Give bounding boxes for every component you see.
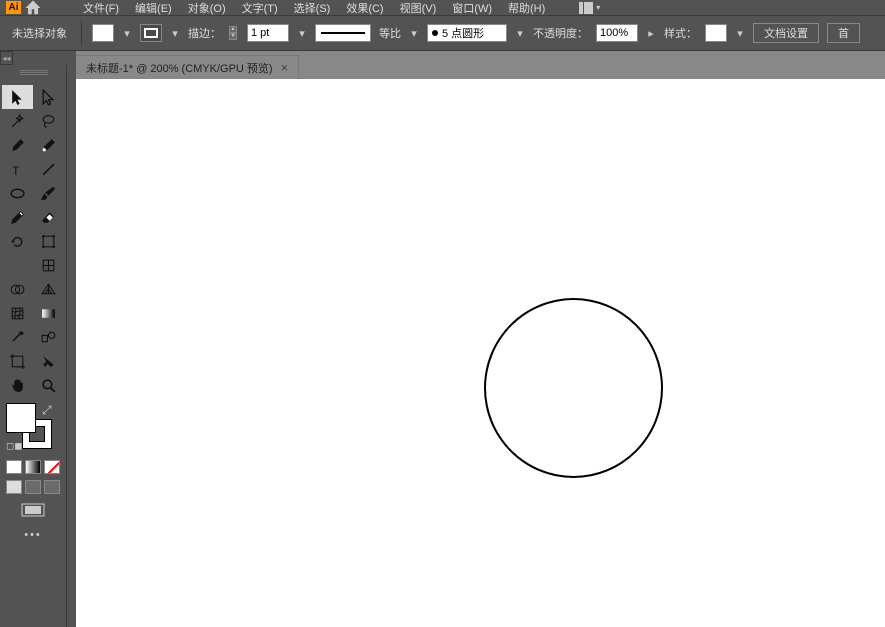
brush-dropdown[interactable]: ▾ [515,25,525,41]
document-title: 未标题-1* @ 200% (CMYK/GPU 预览) [86,60,273,76]
selection-tool[interactable] [2,85,33,109]
document-tabs: 未标题-1* @ 200% (CMYK/GPU 预览) × [76,51,885,79]
eraser-tool[interactable] [33,205,64,229]
fill-swatch[interactable] [92,24,114,42]
puppet-warp-tool[interactable] [33,253,64,277]
color-mode-none[interactable] [44,460,60,474]
fill-dropdown[interactable]: ▾ [122,25,132,41]
opacity-field[interactable]: 100% [596,24,638,42]
menu-select[interactable]: 选择(S) [286,0,339,17]
pencil-tool[interactable] [2,205,33,229]
menu-file[interactable]: 文件(F) [75,0,127,17]
svg-text:T: T [12,164,19,177]
document-tab[interactable]: 未标题-1* @ 200% (CMYK/GPU 预览) × [76,55,299,79]
options-bar: 未选择对象 ▾ ▾ 描边： ▴▾ 1 pt▾ 等比▾ 5 点圆形▾ 不透明度： … [0,15,885,51]
stroke-label: 描边： [188,25,221,41]
swap-colors-icon[interactable]: ⤢ [42,403,52,418]
close-tab-icon[interactable]: × [281,60,289,75]
menu-object[interactable]: 对象(O) [180,0,234,17]
draw-inside[interactable] [44,480,60,494]
stroke-swatch[interactable] [140,24,162,42]
draw-behind[interactable] [25,480,41,494]
doc-setup-button[interactable]: 文档设置 [753,23,819,43]
style-label: 样式： [664,25,697,41]
prefs-button[interactable]: 首 [827,23,860,43]
style-dropdown[interactable]: ▾ [735,25,745,41]
shape-builder-tool[interactable] [2,277,33,301]
stroke-spinner[interactable]: ▴▾ [229,24,237,42]
opacity-dropdown[interactable]: ▸ [646,25,656,41]
screen-mode-icon[interactable] [21,503,45,517]
menu-type[interactable]: 文字(T) [234,0,286,17]
workspace-switcher[interactable]: ▾ [575,2,604,14]
color-mode-row [0,457,66,477]
type-tool[interactable]: T [2,157,33,181]
draw-normal[interactable] [6,480,22,494]
menu-view[interactable]: 视图(V) [392,0,445,17]
brush-field[interactable]: 5 点圆形 [427,24,507,42]
ellipse-shape[interactable] [484,298,663,478]
lasso-tool[interactable] [33,109,64,133]
fill-color[interactable] [6,403,36,433]
stroke-weight-dropdown[interactable]: ▾ [297,25,307,41]
paintbrush-tool[interactable] [33,181,64,205]
profile-dropdown[interactable]: ▾ [409,25,419,41]
gradient-tool[interactable] [33,301,64,325]
default-colors-icon[interactable]: ◻◼ [6,441,23,452]
color-mode-solid[interactable] [6,460,22,474]
profile-field[interactable] [315,24,371,42]
app-icon: Ai [6,1,21,14]
menubar: Ai 文件(F) 编辑(E) 对象(O) 文字(T) 选择(S) 效果(C) 视… [0,0,885,15]
ellipse-tool[interactable] [2,181,33,205]
eyedropper-tool[interactable] [2,325,33,349]
home-icon[interactable] [23,1,43,14]
menu-window[interactable]: 窗口(W) [444,0,500,17]
style-field[interactable] [705,24,727,42]
curvature-tool[interactable] [33,133,64,157]
canvas[interactable] [76,79,885,627]
tools-panel: T ⤢ ◻◼ ••• [0,65,67,627]
menu-edit[interactable]: 编辑(E) [127,0,180,17]
profile-label: 等比 [379,25,401,41]
free-transform-tool[interactable] [33,229,64,253]
opacity-label: 不透明度： [533,25,588,41]
blend-tool[interactable] [33,325,64,349]
collapse-panels-icon[interactable]: ◂◂ [0,51,13,65]
menu-help[interactable]: 帮助(H) [500,0,553,17]
rotate-tool[interactable] [2,229,33,253]
direct-selection-tool[interactable] [33,85,64,109]
slice-tool[interactable] [33,349,64,373]
brush-label: 5 点圆形 [442,25,484,41]
stroke-dropdown[interactable]: ▾ [170,25,180,41]
perspective-tool[interactable] [33,277,64,301]
mesh-tool[interactable] [2,301,33,325]
artboard-tool[interactable] [2,349,33,373]
stroke-weight-field[interactable]: 1 pt [247,24,289,42]
line-tool[interactable] [33,157,64,181]
menu-items: 文件(F) 编辑(E) 对象(O) 文字(T) 选择(S) 效果(C) 视图(V… [75,0,553,17]
menu-effect[interactable]: 效果(C) [338,0,391,17]
hand-tool[interactable] [2,373,33,397]
pen-tool[interactable] [2,133,33,157]
fill-stroke-controls: ⤢ ◻◼ [0,403,66,457]
color-mode-gradient[interactable] [25,460,41,474]
zoom-tool[interactable] [33,373,64,397]
panel-grip[interactable] [20,69,48,75]
selection-status: 未选择对象 [8,23,71,43]
magic-wand-tool[interactable] [2,109,33,133]
edit-toolbar-icon[interactable]: ••• [0,523,66,547]
screen-mode-row [0,477,66,497]
width-tool[interactable] [2,253,33,277]
